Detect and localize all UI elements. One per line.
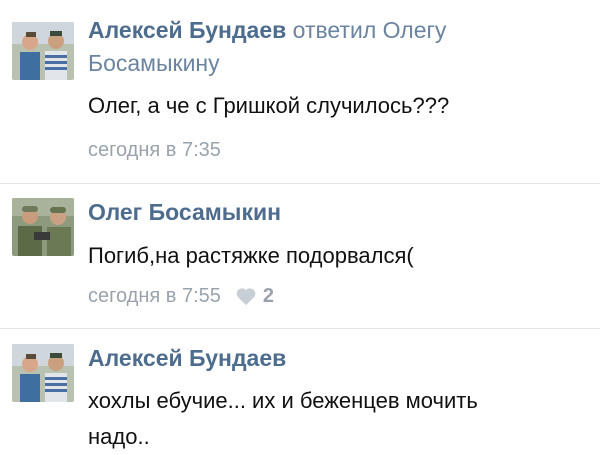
comment-header: Алексей Бундаев ответил Олегу Босамыкину: [88, 14, 584, 80]
timestamp[interactable]: сегодня в 7:35: [88, 136, 221, 164]
timestamp[interactable]: сегодня в 7:55: [88, 282, 221, 310]
heart-icon: [236, 288, 256, 306]
avatar[interactable]: [12, 344, 74, 402]
user-photo-icon: [12, 22, 74, 80]
comment-header: Олег Босамыкин: [88, 196, 584, 229]
comment-text: Олег, а че с Гришкой случилось???: [88, 93, 450, 118]
comments-feed: Алексей Бундаев ответил Олегу Босамыкину…: [0, 0, 600, 450]
like-button[interactable]: 2: [235, 282, 274, 310]
user-photo-icon: [12, 198, 74, 256]
comment-meta: сегодня в 7:55 2: [88, 282, 274, 310]
author-name[interactable]: Алексей Бундаев: [88, 17, 286, 43]
comment-item: Олег Босамыкин Погиб,на растяжке подорва…: [0, 184, 600, 328]
user-photo-icon: [12, 344, 74, 402]
avatar[interactable]: [12, 198, 74, 256]
avatar[interactable]: [12, 22, 74, 80]
comment-meta: сегодня в 7:35: [88, 136, 221, 164]
comment-text: хохлы ебучие... их и беженцев мочить над…: [88, 388, 478, 449]
comment-item: Алексей Бундаев ответил Олегу Босамыкину…: [0, 0, 600, 183]
author-name[interactable]: Олег Босамыкин: [88, 199, 281, 225]
comment-header: Алексей Бундаев: [88, 342, 584, 375]
like-count: 2: [262, 285, 274, 307]
comment-item: Алексей Бундаев хохлы ебучие... их и беж…: [0, 329, 600, 450]
comment-text: Погиб,на растяжке подорвался(: [88, 243, 414, 268]
author-name[interactable]: Алексей Бундаев: [88, 345, 286, 371]
